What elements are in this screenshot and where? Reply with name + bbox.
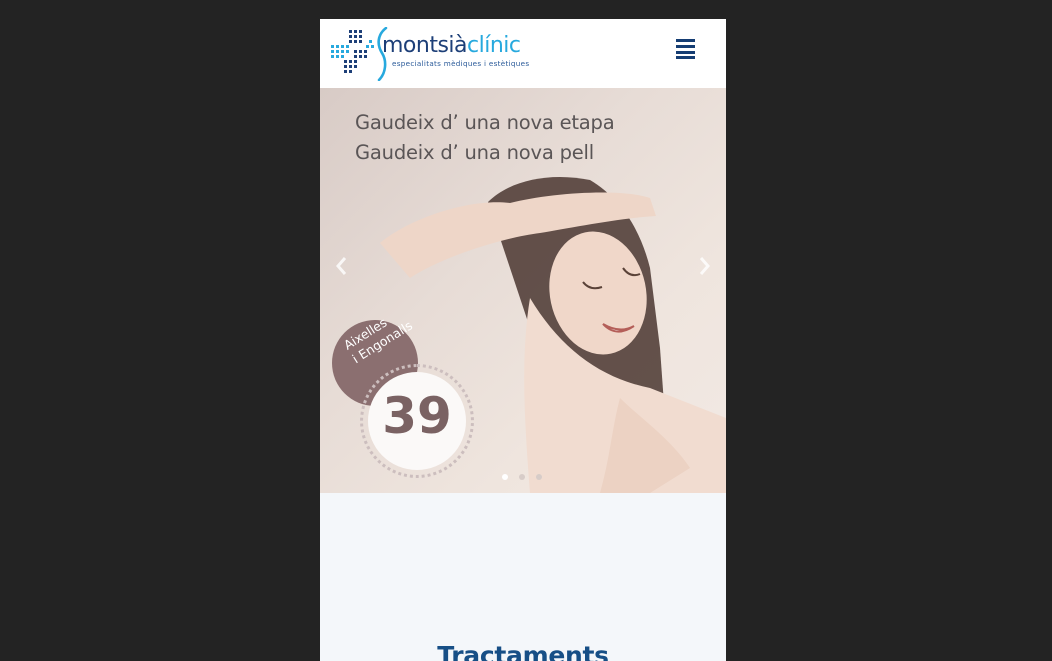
- cross-logo-icon: [331, 30, 374, 73]
- promo-price: 39: [382, 387, 452, 445]
- headline-line-1: Gaudeix d’ una nova etapa: [355, 111, 615, 134]
- chevron-right-icon[interactable]: [694, 254, 714, 278]
- logo-tagline: especialitats mèdiques i estètiques: [392, 59, 530, 68]
- logo-name-part2: clínic: [467, 33, 521, 58]
- section-title: Tractaments: [437, 640, 609, 661]
- slider-dot[interactable]: [519, 474, 525, 480]
- slider-dot[interactable]: [502, 474, 508, 480]
- hamburger-menu-icon[interactable]: [674, 37, 696, 59]
- slider-dot[interactable]: [536, 474, 542, 480]
- logo-wordmark: montsiàclínic: [382, 33, 521, 59]
- hero-headline: Gaudeix d’ una nova etapa Gaudeix d’ una…: [355, 108, 615, 168]
- mobile-page: montsiàclínic especialitats mèdiques i e…: [320, 19, 726, 661]
- headline-line-2: Gaudeix d’ una nova pell: [355, 141, 594, 164]
- slider-pagination: [500, 474, 550, 482]
- chevron-left-icon[interactable]: [332, 254, 352, 278]
- logo-name-part1: montsià: [382, 33, 468, 58]
- site-logo[interactable]: montsiàclínic especialitats mèdiques i e…: [330, 27, 530, 81]
- site-header: montsiàclínic especialitats mèdiques i e…: [320, 19, 726, 88]
- hero-slider[interactable]: Gaudeix d’ una nova etapa Gaudeix d’ una…: [320, 88, 726, 493]
